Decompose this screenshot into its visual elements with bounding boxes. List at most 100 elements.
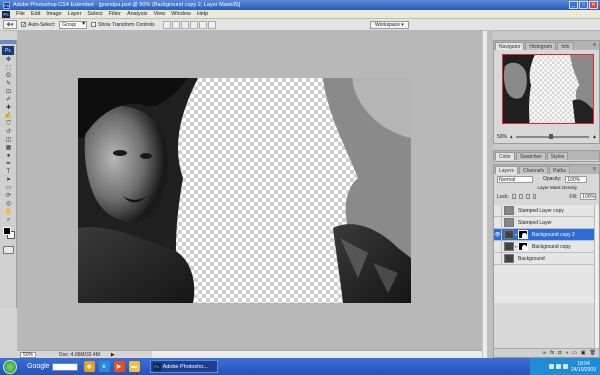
layer-row[interactable]: 👁 ∞ Background copy 2 bbox=[494, 228, 594, 241]
type-icon[interactable]: T bbox=[3, 169, 14, 176]
ie-icon[interactable]: e bbox=[98, 361, 110, 372]
new-layer-icon[interactable]: ▣ bbox=[581, 350, 586, 356]
transform-controls-checkbox[interactable]: Show Transform Controls bbox=[91, 22, 155, 28]
foreground-color[interactable] bbox=[3, 227, 11, 235]
tab-styles[interactable]: Styles bbox=[546, 152, 569, 160]
volume-icon[interactable] bbox=[555, 364, 561, 369]
marquee-icon[interactable]: ⬚ bbox=[3, 65, 14, 72]
pen-icon[interactable]: ✒ bbox=[3, 161, 14, 168]
navigator-zoom-value[interactable]: 50% bbox=[497, 134, 507, 140]
tab-histogram[interactable]: Histogram bbox=[525, 42, 557, 50]
close-button[interactable]: ✕ bbox=[589, 1, 598, 9]
network-icon[interactable] bbox=[548, 364, 554, 369]
menu-layer[interactable]: Layer bbox=[65, 11, 85, 17]
navigator-zoom-slider[interactable] bbox=[515, 134, 590, 139]
adjustment-icon[interactable]: ◑ bbox=[565, 350, 568, 356]
tray-clock[interactable]: 18:04 24/10/2009 bbox=[571, 361, 596, 373]
menu-file[interactable]: File bbox=[13, 11, 28, 17]
zoom-field[interactable]: 50% bbox=[20, 351, 37, 358]
menu-edit[interactable]: Edit bbox=[28, 11, 43, 17]
layer-thumbnail[interactable] bbox=[504, 230, 514, 239]
auto-select-checkbox[interactable]: Auto-Select: bbox=[21, 22, 55, 28]
tab-navigator[interactable]: Navigator bbox=[495, 42, 525, 50]
visibility-eye-icon[interactable] bbox=[494, 240, 502, 253]
align-middle-icon[interactable] bbox=[171, 20, 180, 29]
menu-filter[interactable]: Filter bbox=[106, 11, 124, 17]
layer-row[interactable]: Stamped Layer bbox=[494, 216, 594, 229]
menu-view[interactable]: View bbox=[150, 11, 168, 17]
gradient-icon[interactable]: ▦ bbox=[3, 145, 14, 152]
align-top-icon[interactable] bbox=[162, 20, 171, 29]
layer-row[interactable]: Background bbox=[494, 252, 594, 265]
quick-mask-button[interactable] bbox=[3, 246, 14, 254]
workspace-button[interactable]: Workspace ▾ bbox=[370, 21, 409, 29]
menu-image[interactable]: Image bbox=[43, 11, 64, 17]
lock-position-icon[interactable] bbox=[525, 194, 530, 199]
folder-icon[interactable]: ▬ bbox=[128, 361, 140, 372]
lock-transparency-icon[interactable] bbox=[511, 194, 516, 199]
image-canvas[interactable] bbox=[78, 78, 411, 303]
zoom-in-icon[interactable]: ▲ bbox=[592, 134, 597, 140]
firefox-icon[interactable]: ◉ bbox=[83, 361, 95, 372]
align-left-icon[interactable] bbox=[189, 20, 198, 29]
tab-swatches[interactable]: Swatches bbox=[515, 152, 546, 160]
toolbox-grip[interactable] bbox=[0, 40, 16, 44]
layer-mask-thumbnail[interactable] bbox=[518, 242, 528, 251]
maximize-button[interactable]: □ bbox=[579, 1, 588, 9]
layer-thumbnail[interactable] bbox=[504, 254, 514, 263]
navigator-view-box[interactable] bbox=[502, 54, 594, 124]
tab-channels[interactable]: Channels bbox=[519, 166, 549, 174]
crop-icon[interactable]: ⊡ bbox=[3, 89, 14, 96]
visibility-eye-icon[interactable]: 👁 bbox=[494, 228, 502, 241]
color-swatches[interactable] bbox=[2, 227, 15, 243]
zoom-out-icon[interactable]: ▴ bbox=[510, 134, 513, 140]
group-icon[interactable]: ▭ bbox=[572, 350, 577, 356]
fill-field[interactable]: 100% bbox=[580, 193, 596, 200]
eraser-icon[interactable]: ◫ bbox=[3, 137, 14, 144]
link-icon[interactable]: ∞ bbox=[543, 350, 547, 356]
lasso-icon[interactable]: ʘ bbox=[3, 73, 14, 80]
dodge-icon[interactable]: ● bbox=[3, 153, 14, 160]
shape-icon[interactable]: ▭ bbox=[3, 185, 14, 192]
layer-row[interactable]: Stamped Layer copy bbox=[494, 204, 594, 217]
eyedropper-icon[interactable]: ✐ bbox=[3, 97, 14, 104]
layer-row[interactable]: ∞ Background copy bbox=[494, 240, 594, 253]
media-player-icon[interactable]: ▶ bbox=[113, 361, 125, 372]
opacity-field[interactable]: 100% bbox=[565, 175, 588, 183]
security-icon[interactable] bbox=[562, 364, 568, 369]
menu-help[interactable]: Help bbox=[194, 11, 211, 17]
tab-layers[interactable]: Layers bbox=[495, 166, 519, 174]
3d-rotate-icon[interactable]: ⟳ bbox=[3, 193, 14, 200]
path-select-icon[interactable]: ➤ bbox=[3, 177, 14, 184]
hand-icon[interactable]: ✋ bbox=[3, 209, 14, 216]
layer-mask-thumbnail[interactable] bbox=[518, 230, 528, 239]
brush-icon[interactable]: ✍ bbox=[3, 113, 14, 120]
menu-analysis[interactable]: Analysis bbox=[124, 11, 150, 17]
panel-menu-icon[interactable]: ≡ bbox=[593, 42, 596, 48]
tab-paths[interactable]: Paths bbox=[549, 166, 570, 174]
visibility-eye-icon[interactable] bbox=[494, 204, 502, 217]
layer-thumbnail[interactable] bbox=[504, 218, 514, 227]
trash-icon[interactable]: 🗑 bbox=[590, 350, 596, 356]
taskbar-photoshop-button[interactable]: Ps Adobe Photosho... bbox=[149, 360, 218, 373]
visibility-eye-icon[interactable] bbox=[494, 252, 502, 265]
align-bottom-icon[interactable] bbox=[180, 20, 189, 29]
layer-thumbnail[interactable] bbox=[504, 242, 514, 251]
clone-stamp-icon[interactable]: ⛉ bbox=[3, 121, 14, 128]
lock-pixels-icon[interactable] bbox=[518, 194, 523, 199]
fx-icon[interactable]: fx bbox=[550, 350, 554, 356]
zoom-icon[interactable]: ⌕ bbox=[3, 217, 14, 224]
tab-info[interactable]: Info bbox=[557, 42, 574, 50]
align-right-icon[interactable] bbox=[207, 20, 216, 29]
move-icon[interactable]: ✥ bbox=[3, 57, 14, 64]
3d-orbit-icon[interactable]: ◎ bbox=[3, 201, 14, 208]
mask-icon[interactable]: ◘ bbox=[558, 350, 561, 356]
layers-menu-icon[interactable]: ≡ bbox=[593, 166, 596, 172]
horizontal-scrollbar[interactable] bbox=[152, 351, 482, 358]
healing-icon[interactable]: ✚ bbox=[3, 105, 14, 112]
layer-thumbnail[interactable] bbox=[504, 206, 514, 215]
tab-color[interactable]: Color bbox=[495, 152, 515, 160]
auto-select-dropdown[interactable]: Group bbox=[59, 20, 88, 29]
visibility-eye-icon[interactable] bbox=[494, 216, 502, 229]
quick-select-icon[interactable]: ✎ bbox=[3, 81, 14, 88]
